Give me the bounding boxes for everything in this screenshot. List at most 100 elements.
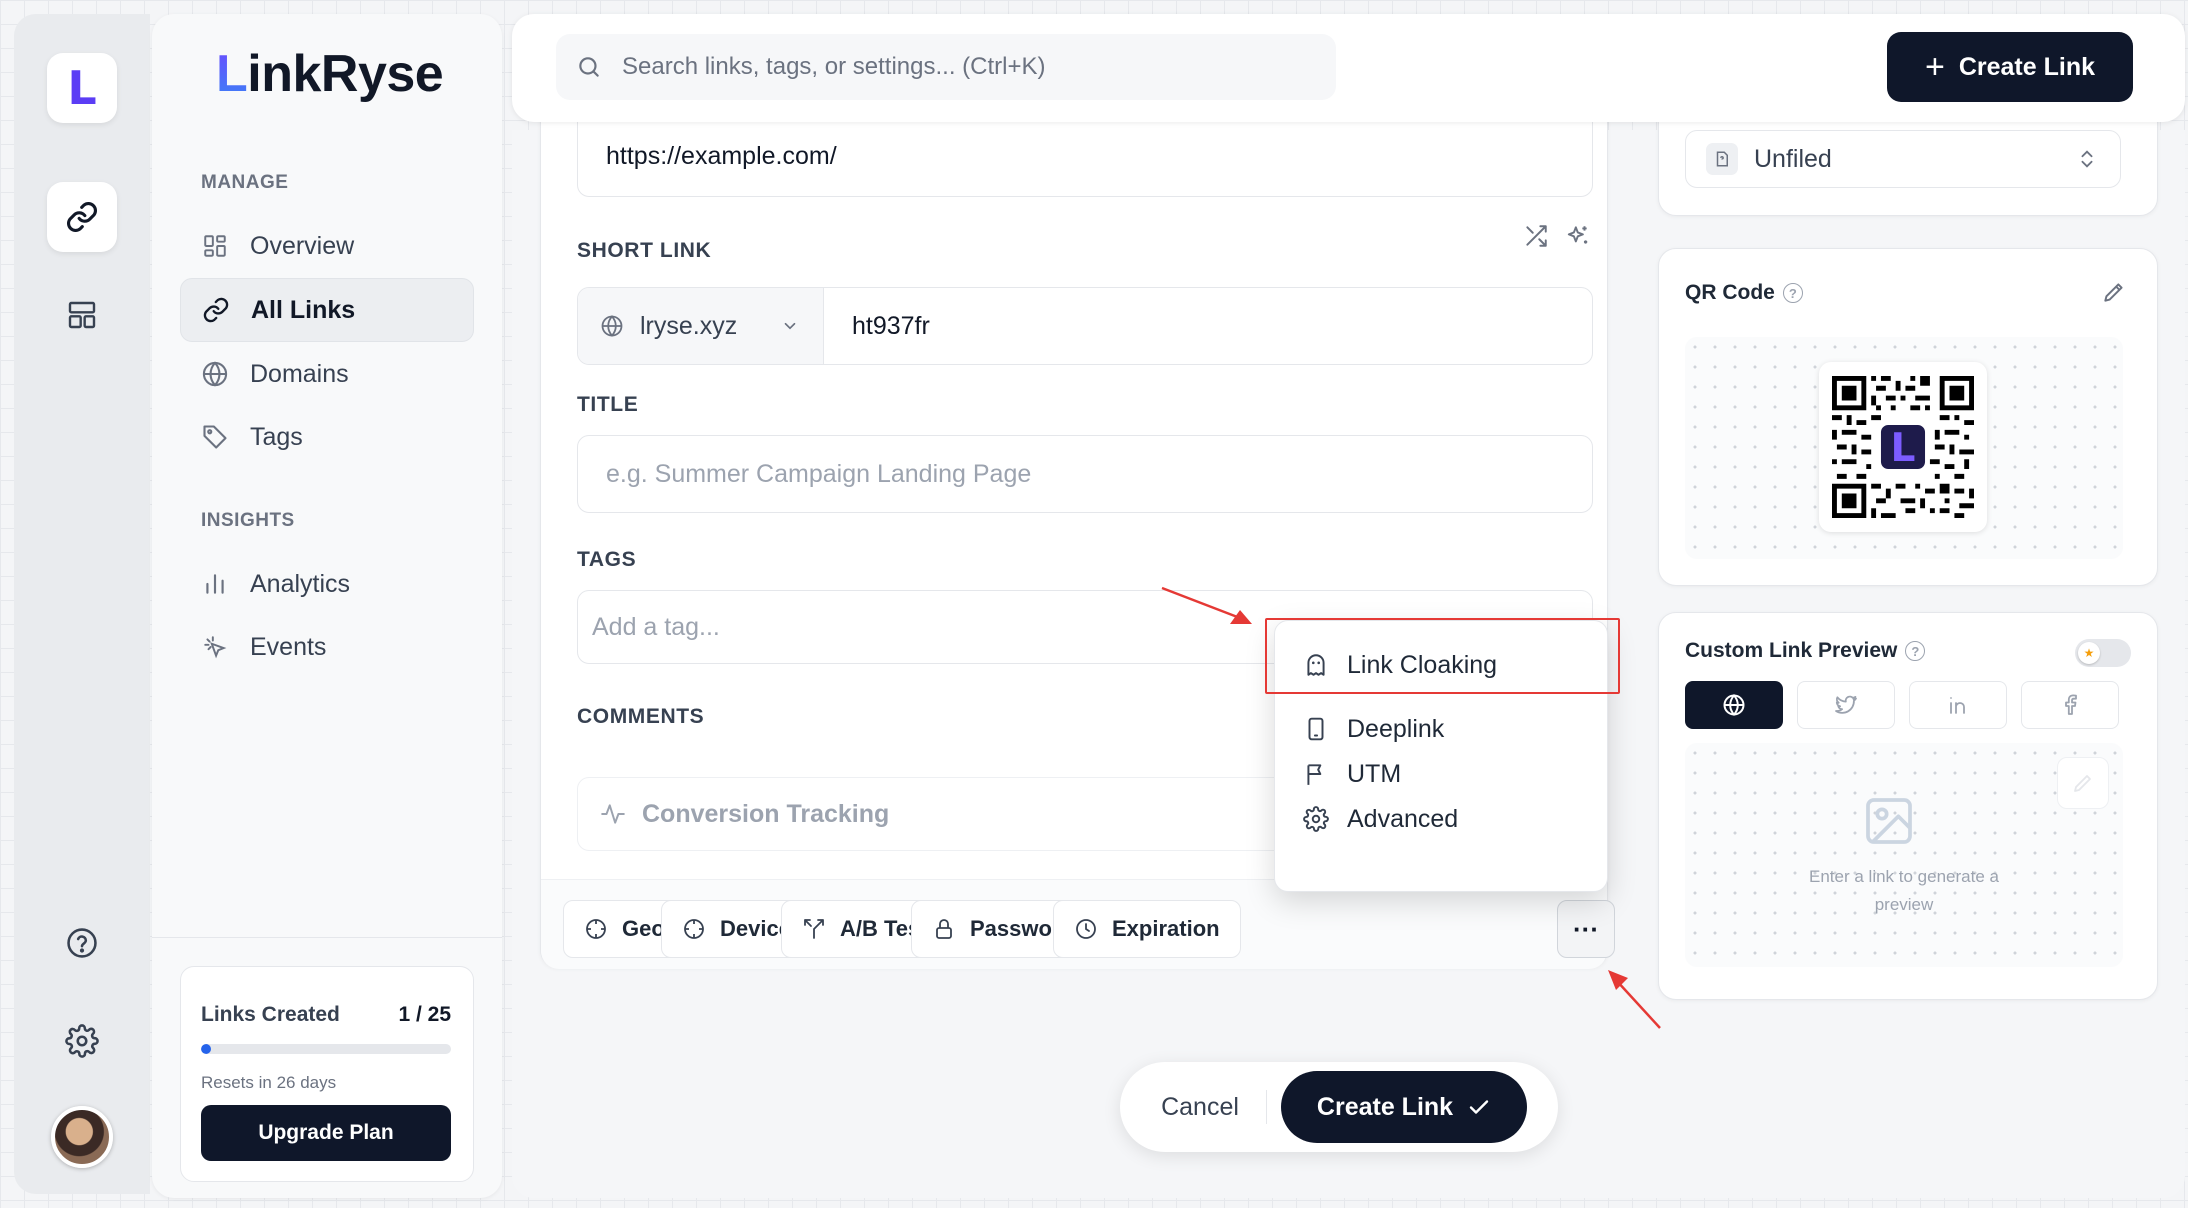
- sidebar-item-label: Analytics: [250, 569, 351, 598]
- custom-link-preview-card: Custom Link Preview ? ★ Enter a link to …: [1658, 612, 2158, 1000]
- help-rail-button[interactable]: [47, 908, 117, 978]
- preview-empty-message: Enter a link to generate a preview: [1809, 867, 1999, 914]
- usage-count: 1 / 25: [398, 1003, 451, 1026]
- comments-label: COMMENTS: [577, 705, 705, 728]
- title-label: TITLE: [577, 393, 639, 416]
- twitter-icon: [1834, 693, 1858, 717]
- manage-section-label: MANAGE: [201, 172, 289, 193]
- activity-icon: [600, 801, 626, 827]
- brand-logo[interactable]: LinkRyse: [216, 44, 444, 104]
- linkedin-icon: [1946, 693, 1970, 717]
- more-options-menu: Link Cloaking Deeplink UTM Advanced: [1274, 620, 1608, 892]
- qr-code-image: L: [1832, 376, 1974, 518]
- folder-card: Unfiled: [1658, 116, 2158, 216]
- sidebar-item-domains[interactable]: Domains: [180, 342, 474, 406]
- settings-rail-button[interactable]: [47, 1006, 117, 1076]
- sidebar-item-label: Tags: [250, 422, 303, 451]
- short-link-tools: [1523, 223, 1591, 249]
- globe-icon: [200, 359, 230, 389]
- usage-progress-bar: [201, 1044, 451, 1054]
- ellipsis-icon: ···: [1573, 913, 1599, 944]
- usage-reset-text: Resets in 26 days: [201, 1073, 337, 1092]
- crosshair-icon: [682, 917, 706, 941]
- flag-icon: [1303, 761, 1329, 787]
- search-input[interactable]: Search links, tags, or settings... (Ctrl…: [556, 34, 1336, 100]
- tab-linkedin[interactable]: [1909, 681, 2007, 729]
- help-icon[interactable]: ?: [1905, 641, 1926, 661]
- options-footer: Geo Device A/B Test Password Expiration …: [541, 879, 1615, 969]
- link-icon: [65, 200, 99, 234]
- folder-icon: [1706, 143, 1738, 175]
- links-rail-button[interactable]: [47, 182, 117, 252]
- tags-label: TAGS: [577, 548, 637, 571]
- usage-card: Links Created 1 / 25 Resets in 26 days U…: [180, 966, 474, 1182]
- tab-twitter[interactable]: [1797, 681, 1895, 729]
- brand-initial: L: [216, 45, 248, 103]
- sidebar-item-events[interactable]: Events: [180, 615, 474, 679]
- usage-progress-fill: [201, 1044, 211, 1054]
- tag-icon: [200, 422, 230, 452]
- sparkles-icon[interactable]: [1565, 223, 1591, 249]
- divider: [1266, 1090, 1267, 1124]
- domain-select[interactable]: lryse.xyz: [578, 288, 824, 364]
- help-icon: [65, 926, 99, 960]
- chevron-updown-icon: [2078, 148, 2096, 170]
- clock-icon: [1074, 917, 1098, 941]
- facebook-icon: [2058, 693, 2082, 717]
- app-logo[interactable]: L: [47, 53, 117, 123]
- shuffle-icon[interactable]: [1523, 223, 1549, 249]
- sidebar-item-overview[interactable]: Overview: [180, 214, 474, 278]
- folder-value: Unfiled: [1754, 144, 1832, 173]
- more-options-button[interactable]: ···: [1557, 900, 1615, 958]
- conversion-tracking-label: Conversion Tracking: [642, 799, 890, 828]
- help-icon[interactable]: ?: [1782, 283, 1803, 303]
- insights-section-label: INSIGHTS: [201, 510, 295, 531]
- lock-icon: [932, 917, 956, 941]
- slug-input[interactable]: ht937fr: [824, 288, 1592, 364]
- search-icon: [576, 54, 602, 80]
- layout-icon: [66, 299, 98, 331]
- menu-item-label: Deeplink: [1347, 714, 1445, 743]
- click-icon: [200, 632, 230, 662]
- short-link-field: lryse.xyz ht937fr: [577, 287, 1593, 365]
- user-avatar[interactable]: [51, 1106, 113, 1168]
- short-link-label: SHORT LINK: [577, 239, 712, 262]
- expiration-option-button[interactable]: Expiration: [1053, 900, 1241, 958]
- link-icon: [201, 295, 231, 325]
- custom-preview-toggle[interactable]: ★: [2075, 639, 2131, 667]
- create-link-button[interactable]: Create Link: [1281, 1071, 1527, 1143]
- pencil-icon[interactable]: [2057, 757, 2109, 809]
- qr-code[interactable]: L: [1819, 362, 1987, 532]
- top-bar: Search links, tags, or settings... (Ctrl…: [512, 14, 2185, 122]
- tab-facebook[interactable]: [2021, 681, 2119, 729]
- grid-icon: [200, 231, 230, 261]
- tab-web[interactable]: [1685, 681, 1783, 729]
- menu-item-label: UTM: [1347, 759, 1402, 788]
- sidebar-item-tags[interactable]: Tags: [180, 405, 474, 469]
- create-link-top-button[interactable]: + Create Link: [1887, 32, 2133, 102]
- svg-text:L: L: [1891, 426, 1916, 471]
- menu-item-label: Advanced: [1347, 804, 1459, 833]
- title-input[interactable]: e.g. Summer Campaign Landing Page: [577, 435, 1593, 513]
- destination-url-input[interactable]: https://example.com/: [577, 117, 1593, 197]
- preview-image-area[interactable]: Enter a link to generate a preview: [1685, 743, 2123, 967]
- image-icon: [1861, 793, 1917, 849]
- split-icon: [802, 917, 826, 941]
- gear-icon: [1303, 806, 1329, 832]
- sidebar-item-label: Domains: [250, 359, 349, 388]
- gear-icon: [65, 1024, 99, 1058]
- upgrade-plan-button[interactable]: Upgrade Plan: [201, 1105, 451, 1161]
- globe-icon: [600, 314, 624, 338]
- sidebar-item-all-links[interactable]: All Links: [180, 278, 474, 342]
- menu-item-advanced[interactable]: Advanced: [1275, 791, 1607, 847]
- expiration-label: Expiration: [1112, 916, 1220, 941]
- menu-item-link-cloaking[interactable]: Link Cloaking: [1275, 637, 1607, 693]
- ghost-icon: [1303, 652, 1329, 678]
- layout-rail-button[interactable]: [47, 280, 117, 350]
- cancel-button[interactable]: Cancel: [1158, 1093, 1242, 1122]
- sidebar-item-analytics[interactable]: Analytics: [180, 552, 474, 616]
- pencil-icon[interactable]: [2101, 279, 2127, 305]
- search-placeholder: Search links, tags, or settings... (Ctrl…: [622, 53, 1046, 80]
- plus-icon: +: [1924, 48, 1945, 86]
- folder-select[interactable]: Unfiled: [1685, 130, 2121, 188]
